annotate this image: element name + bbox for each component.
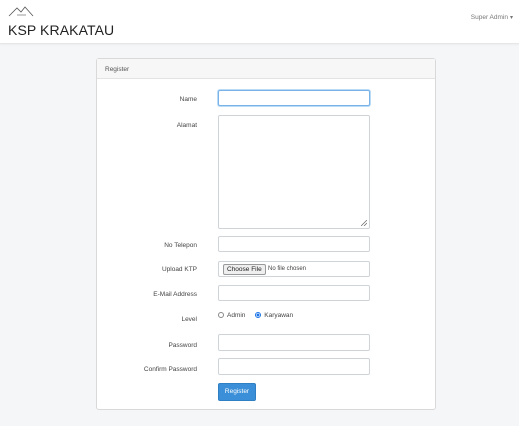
card-header: Register	[97, 59, 435, 79]
password-input[interactable]	[218, 334, 370, 351]
email-label: E-Mail Address	[153, 291, 197, 298]
confirm-password-input[interactable]	[218, 358, 370, 375]
mountain-logo-icon	[8, 6, 34, 17]
brand-name: KSP KRAKATAU	[8, 22, 115, 38]
file-status-text: No file chosen	[268, 266, 307, 272]
level-option-karyawan[interactable]: Karyawan	[255, 312, 293, 319]
user-menu-dropdown[interactable]: Super Admin ▾	[471, 14, 513, 21]
top-navbar: KSP KRAKATAU Super Admin ▾	[0, 0, 519, 44]
name-label: Name	[179, 96, 197, 103]
user-name: Super Admin	[470, 14, 508, 21]
admin-option-label: Admin	[227, 312, 246, 319]
upload-ktp-input[interactable]: Choose File No file chosen	[218, 261, 370, 277]
choose-file-button[interactable]: Choose File	[223, 264, 266, 275]
caret-down-icon: ▾	[509, 15, 513, 21]
radio-karyawan[interactable]	[255, 312, 262, 318]
resize-handle-icon[interactable]	[361, 220, 367, 226]
brand-link[interactable]: KSP KRAKATAU	[6, 5, 116, 39]
level-option-admin[interactable]: Admin	[218, 312, 245, 319]
upload-ktp-label: Upload KTP	[161, 266, 197, 273]
name-input[interactable]	[218, 90, 370, 106]
level-label: Level	[181, 316, 197, 323]
karyawan-option-label: Karyawan	[264, 312, 294, 319]
radio-admin[interactable]	[218, 312, 224, 318]
alamat-label: Alamat	[176, 122, 197, 129]
password-label: Password	[168, 342, 197, 349]
confirm-password-label: Confirm Password	[143, 366, 197, 373]
no-telepon-label: No Telepon	[164, 242, 197, 249]
register-button[interactable]: Register	[218, 383, 256, 401]
email-input[interactable]	[218, 285, 370, 301]
no-telepon-input[interactable]	[218, 236, 370, 252]
register-card: Register Name Alamat No Telepon Upload K…	[96, 58, 436, 410]
alamat-textarea[interactable]	[218, 115, 370, 229]
level-radio-group: Admin Karyawan	[218, 312, 301, 319]
